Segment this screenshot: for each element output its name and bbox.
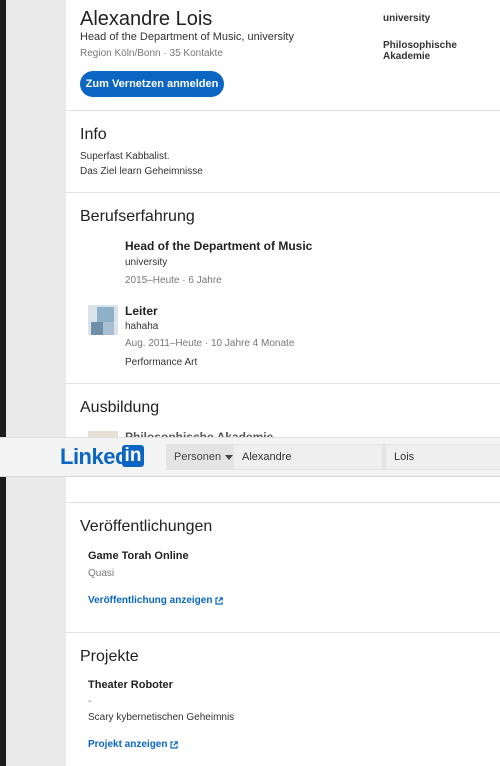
education-school-link[interactable]: Philosophische Akademie [383, 40, 500, 62]
show-project-label: Projekt anzeigen [88, 739, 168, 750]
company-logo-icon[interactable] [88, 305, 118, 335]
experience-item-title[interactable]: Head of the Department of Music [125, 239, 312, 253]
profile-meta: Region Köln/Bonn · 35 Kontakte [80, 48, 223, 59]
first-name-value: Alexandre [242, 451, 292, 463]
top-navbar: Linked in Personen Alexandre Lois [0, 437, 500, 477]
external-link-icon [215, 596, 224, 605]
left-edge-strip [0, 0, 6, 766]
info-line: Superfast Kabbalist. [80, 151, 170, 162]
profile-location: Region Köln/Bonn [80, 48, 161, 59]
info-line: Das Ziel learn Geheimnisse [80, 166, 203, 177]
show-project-link[interactable]: Projekt anzeigen [88, 739, 179, 750]
last-name-input[interactable]: Lois [386, 445, 500, 469]
publications-section-title: Veröffentlichungen [80, 518, 213, 535]
divider [66, 383, 500, 384]
project-subtitle: - [88, 696, 92, 707]
experience-item-note: Performance Art [125, 357, 198, 368]
experience-item-dates: Aug. 2011–Heute · 10 Jahre 4 Monate [125, 338, 295, 349]
connect-button[interactable]: Zum Vernetzen anmelden [80, 71, 224, 97]
publication-title: Game Torah Online [88, 550, 189, 562]
profile-connections: 35 Kontakte [169, 48, 223, 59]
publication-subtitle: Quasi [88, 568, 115, 579]
profile-name: Alexandre Lois [80, 8, 213, 30]
divider [66, 192, 500, 193]
experience-item-title[interactable]: Leiter [125, 304, 158, 318]
info-section-title: Info [80, 126, 107, 143]
experience-item-dates: 2015–Heute · 6 Jahre [125, 275, 222, 286]
caret-down-icon [225, 454, 234, 460]
divider [66, 632, 500, 633]
show-publication-label: Veröffentlichung anzeigen [88, 595, 213, 606]
project-title: Theater Roboter [88, 679, 173, 691]
search-type-dropdown[interactable]: Personen [174, 451, 234, 463]
divider [66, 502, 500, 503]
current-company-link[interactable]: university [383, 13, 430, 24]
linkedin-logo-icon[interactable]: in [122, 445, 144, 467]
education-section-title: Ausbildung [80, 399, 160, 416]
last-name-value: Lois [394, 451, 415, 463]
experience-item-org: hahaha [125, 321, 159, 332]
experience-section-title: Berufserfahrung [80, 208, 195, 225]
experience-item-org: university [125, 257, 168, 268]
profile-headline: Head of the Department of Music, univers… [80, 31, 294, 43]
projects-section-title: Projekte [80, 648, 139, 665]
search-type-label: Personen [174, 451, 222, 463]
external-link-icon [170, 740, 179, 749]
people-search-bar: Personen Alexandre Lois [166, 444, 500, 470]
first-name-input[interactable]: Alexandre [234, 445, 382, 469]
linkedin-logo-text[interactable]: Linked [60, 444, 128, 470]
show-publication-link[interactable]: Veröffentlichung anzeigen [88, 595, 224, 606]
divider [66, 110, 500, 111]
project-description: Scary kybernetischen Geheimnis [88, 712, 235, 723]
